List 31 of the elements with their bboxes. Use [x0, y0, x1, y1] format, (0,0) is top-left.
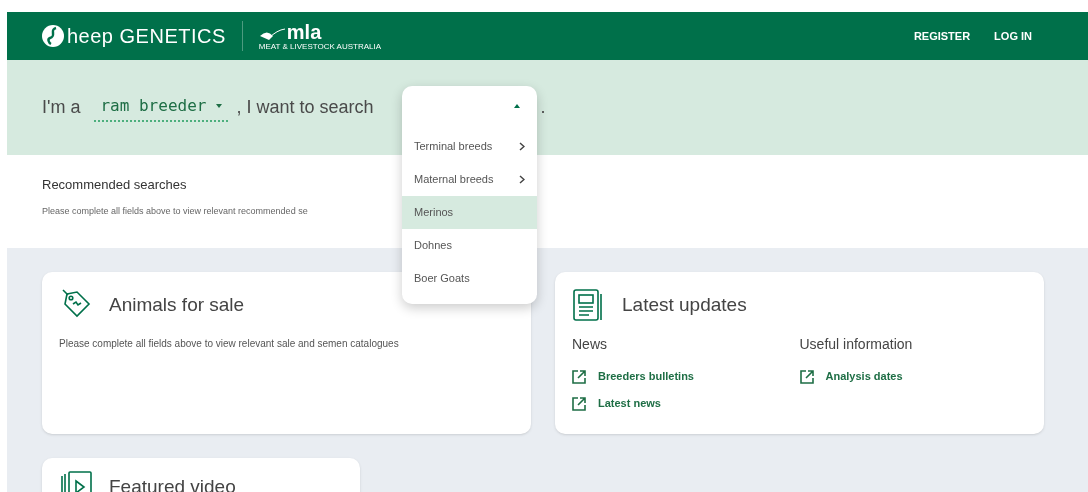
card-title: Latest updates [622, 292, 747, 317]
external-link-icon [572, 369, 586, 384]
nav-link[interactable]: REGISTER [913, 27, 971, 45]
card-title: Animals for sale [109, 292, 245, 317]
column-heading: Useful information [799, 335, 914, 354]
sentence-text: , I want to search [236, 96, 375, 119]
external-link-icon [572, 396, 586, 411]
sentence-text: . [540, 96, 546, 119]
wave-icon [258, 27, 285, 42]
dropdown-option[interactable]: Dohnes [402, 229, 537, 262]
info-text: Please complete all fields above to view relevant sale and semen catalogues [59, 337, 400, 351]
external-link-icon [799, 369, 814, 384]
section-title: Recommended searches [42, 176, 187, 194]
partner-logo-text: mla [286, 21, 322, 42]
external-link[interactable]: Breeders bulletins [572, 363, 800, 390]
sheep-logo-icon [41, 24, 65, 48]
caret-icon [216, 103, 223, 108]
dropdown-option[interactable]: Boer Goats [402, 262, 537, 295]
sentence-text: I'm a [42, 96, 81, 119]
role-dropdown[interactable]: ram breeder [94, 93, 229, 122]
nav-link[interactable]: LOG IN [994, 27, 1032, 45]
dropdown-option[interactable]: Maternal breeds [402, 163, 537, 196]
caret-icon[interactable] [514, 104, 520, 108]
partner-tagline: MEAT & LIVESTOCK AUSTRALIA [258, 41, 382, 51]
dropdown-option[interactable]: Terminal breeds [402, 130, 537, 163]
info-text: Please complete all fields above to view relevant recommended se [42, 204, 308, 218]
dropdown-option[interactable]: Merinos [402, 196, 537, 229]
external-link[interactable]: Analysis dates [799, 363, 1027, 390]
external-link[interactable]: Latest news [572, 390, 800, 417]
column-heading: News [572, 335, 608, 354]
logo-text: heep GENETICS [67, 24, 226, 49]
